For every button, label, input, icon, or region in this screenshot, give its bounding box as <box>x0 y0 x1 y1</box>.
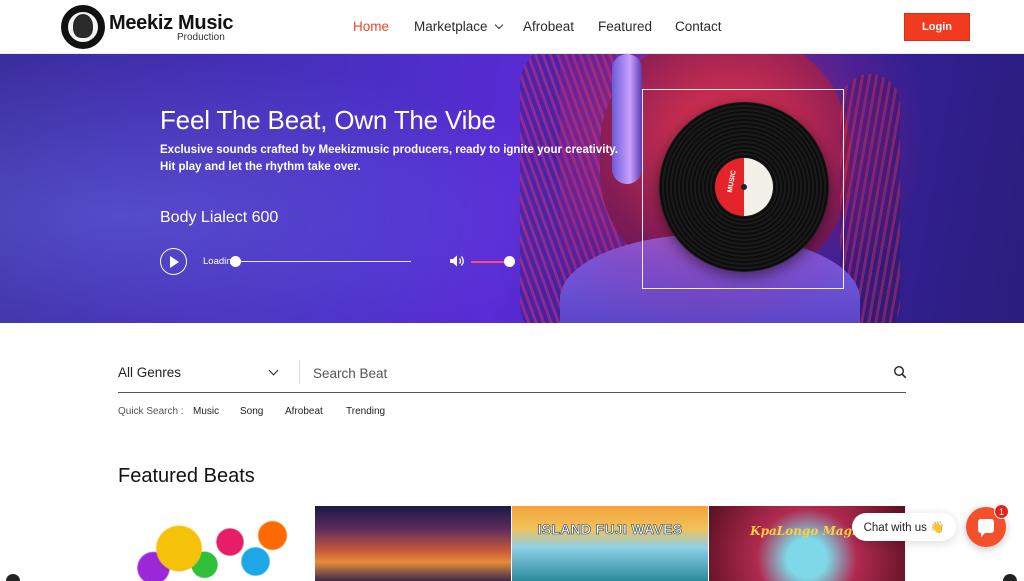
carousel-prev-button[interactable] <box>6 574 20 581</box>
nav-featured[interactable]: Featured <box>598 19 652 34</box>
nav-marketplace-label: Marketplace <box>414 19 488 34</box>
beat-card-artwork <box>128 516 298 581</box>
seek-bar[interactable] <box>235 261 411 262</box>
hero-banner: MUSIC Feel The Beat, Own The Vibe Exclus… <box>0 54 1024 323</box>
hero-description-line-2: Hit play and let the rhythm take over. <box>160 161 361 173</box>
chat-bubble[interactable]: Chat with us 👋 <box>852 513 956 541</box>
quick-link-music[interactable]: Music <box>193 406 219 417</box>
search-divider <box>299 360 300 384</box>
brand-logo[interactable] <box>61 5 105 49</box>
beat-card[interactable] <box>118 506 314 581</box>
beat-card[interactable]: ISLAND FUJI WAVES <box>512 506 708 581</box>
hero-description-line-1: Exclusive sounds crafted by Meekizmusic … <box>160 144 619 156</box>
vinyl-hole <box>741 184 747 190</box>
beat-card-title: ISLAND FUJI WAVES <box>537 521 683 538</box>
play-button[interactable] <box>160 248 187 275</box>
vinyl-label: MUSIC <box>715 158 773 216</box>
beat-card[interactable] <box>315 506 511 581</box>
search-icon[interactable] <box>893 365 907 379</box>
nav-afrobeat[interactable]: Afrobeat <box>523 19 574 34</box>
chat-badge: 1 <box>994 504 1009 519</box>
chevron-down-icon <box>268 365 279 376</box>
search-input[interactable] <box>306 361 886 385</box>
vinyl-label-text: MUSIC <box>726 169 738 194</box>
carousel-next-button[interactable] <box>1003 574 1017 581</box>
volume-thumb[interactable] <box>504 256 515 267</box>
login-button[interactable]: Login <box>904 13 970 41</box>
track-name: Body Lialect 600 <box>160 209 279 226</box>
search-underline <box>118 392 906 393</box>
quick-link-afrobeat[interactable]: Afrobeat <box>285 406 323 417</box>
quick-link-song[interactable]: Song <box>240 406 263 417</box>
quick-link-trending[interactable]: Trending <box>346 406 385 417</box>
chevron-down-icon <box>494 20 503 30</box>
nav-home[interactable]: Home <box>353 19 389 34</box>
nav-marketplace[interactable]: Marketplace <box>414 19 503 34</box>
chat-icon <box>978 519 994 537</box>
genre-select[interactable]: All Genres <box>118 362 288 384</box>
seek-thumb[interactable] <box>230 256 241 267</box>
quick-search-label: Quick Search : <box>118 406 184 417</box>
genre-selected-label: All Genres <box>118 365 182 380</box>
logo-portrait <box>73 14 93 38</box>
featured-carousel: ISLAND FUJI WAVES KpaLongo Magic <box>118 506 905 581</box>
nav-contact[interactable]: Contact <box>675 19 722 34</box>
play-icon <box>170 255 179 268</box>
hero-glow-left <box>0 54 600 323</box>
featured-title: Featured Beats <box>118 465 255 487</box>
volume-icon[interactable] <box>450 255 466 267</box>
brand-subtitle: Production <box>177 32 225 43</box>
player-status: Loadin <box>203 256 232 267</box>
site-header: Meekiz Music Production Home Marketplace… <box>0 0 1024 54</box>
vinyl-record-icon: MUSIC <box>659 102 829 272</box>
hero-description: Exclusive sounds crafted by Meekizmusic … <box>160 142 630 176</box>
hero-title: Feel The Beat, Own The Vibe <box>160 105 496 135</box>
